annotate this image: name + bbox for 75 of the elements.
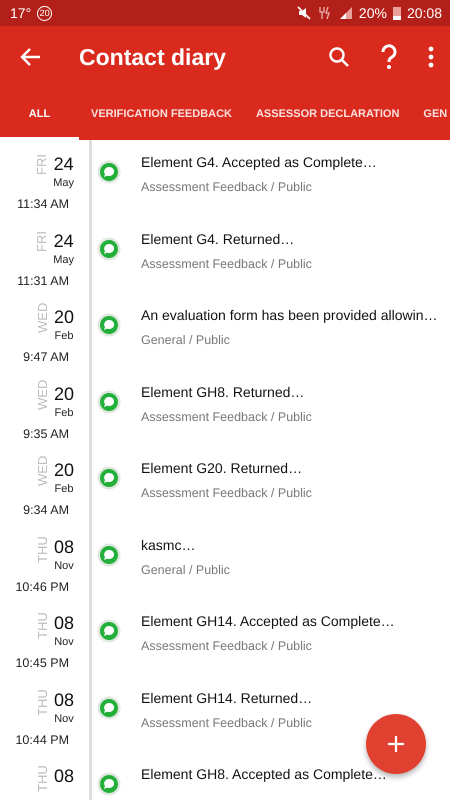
day-number: 20: [54, 384, 74, 404]
chat-bubble-icon: [97, 160, 121, 184]
month: Nov: [54, 560, 74, 572]
entry-time: 9:47 AM: [22, 350, 70, 366]
entry-title[interactable]: Element G20. Returned…: [141, 460, 302, 476]
entry-title[interactable]: Element GH8. Returned…: [141, 384, 304, 400]
tab[interactable]: ASSESSOR DECLARATION: [244, 88, 412, 140]
entry-title[interactable]: kasmc…: [141, 536, 196, 552]
entry-time: 11:34 AM: [16, 197, 70, 214]
clock: 20:08: [406, 5, 442, 21]
screen-title: Contact diary: [79, 44, 227, 70]
day-number: 20: [54, 460, 74, 481]
weekday: FRI: [34, 154, 50, 177]
entry-time: 10:46 PM: [14, 580, 70, 596]
network-icon: [316, 6, 333, 20]
entry-category: Assessment Feedback / Public: [141, 639, 312, 653]
entry-time: 9:35 AM: [22, 426, 70, 443]
chat-bubble-icon: [97, 619, 121, 643]
month: May: [53, 254, 74, 266]
tab[interactable]: VERIFICATION FEEDBACK: [79, 88, 244, 140]
battery-icon: [392, 6, 401, 20]
weekday: THU: [34, 690, 50, 716]
chat-bubble-icon: [97, 236, 121, 260]
entry-time: 10:44 PM: [14, 732, 70, 749]
weekday: THU: [34, 536, 50, 562]
weekday: THU: [34, 613, 50, 639]
entry-time: 11:31 AM: [16, 274, 70, 290]
day-number: 08: [54, 690, 74, 710]
day-number: 08: [54, 766, 74, 787]
help-icon[interactable]: [380, 44, 398, 70]
entry-title[interactable]: Element GH14. Accepted as Complete…: [141, 613, 395, 629]
day-number: 24: [54, 230, 74, 252]
entry-time: 10:45 PM: [14, 656, 70, 672]
chat-bubble-icon: [97, 696, 121, 720]
entry-title[interactable]: Element GH8. Accepted as Complete…: [141, 766, 387, 782]
mute-icon: [296, 6, 311, 20]
day-number: 08: [54, 613, 74, 634]
chat-bubble-icon: [97, 772, 121, 796]
tab[interactable]: ALL: [0, 88, 79, 140]
plus-icon: [386, 734, 406, 754]
weekday: FRI: [34, 230, 50, 254]
day-number: 24: [54, 154, 74, 175]
entry-title[interactable]: Element G4. Accepted as Complete…: [141, 154, 377, 170]
weekday: THU: [34, 766, 50, 792]
month: Nov: [54, 636, 74, 648]
chat-bubble-icon: [97, 390, 121, 414]
entry-time: 9:34 AM: [22, 503, 70, 520]
entry-category: Assessment Feedback / Public: [141, 716, 312, 730]
day-number: 08: [54, 536, 74, 558]
more-icon[interactable]: [428, 46, 434, 68]
search-icon[interactable]: [328, 46, 350, 68]
entry-category: Assessment Feedback / Public: [141, 410, 312, 424]
month: Feb: [54, 483, 74, 495]
notification-badge: 20: [37, 6, 52, 20]
month: Nov: [54, 712, 74, 724]
entry-title[interactable]: Element GH14. Returned…: [141, 690, 312, 706]
entry-title[interactable]: An evaluation form has been provided allowin…: [141, 307, 438, 323]
chat-bubble-icon: [97, 313, 121, 337]
chat-bubble-icon: [97, 466, 121, 490]
day-number: 20: [54, 307, 74, 328]
battery-percent: 20%: [358, 5, 387, 21]
back-arrow-icon[interactable]: [20, 46, 42, 68]
temperature: 17°: [10, 5, 32, 21]
entry-category: Assessment Feedback / Public: [141, 180, 312, 194]
entry-category: General / Public: [141, 333, 230, 347]
chat-bubble-icon: [97, 542, 121, 566]
month: Feb: [54, 330, 74, 342]
entry-category: General / Public: [141, 562, 230, 576]
tab[interactable]: GEN: [411, 88, 448, 140]
entry-category: Assessment Feedback / Public: [141, 256, 312, 270]
month: May: [53, 177, 74, 189]
entry-title[interactable]: Element G4. Returned…: [141, 230, 294, 246]
entry-category: Assessment Feedback / Public: [141, 486, 312, 500]
month: Feb: [54, 406, 74, 418]
signal-icon: [338, 6, 353, 20]
